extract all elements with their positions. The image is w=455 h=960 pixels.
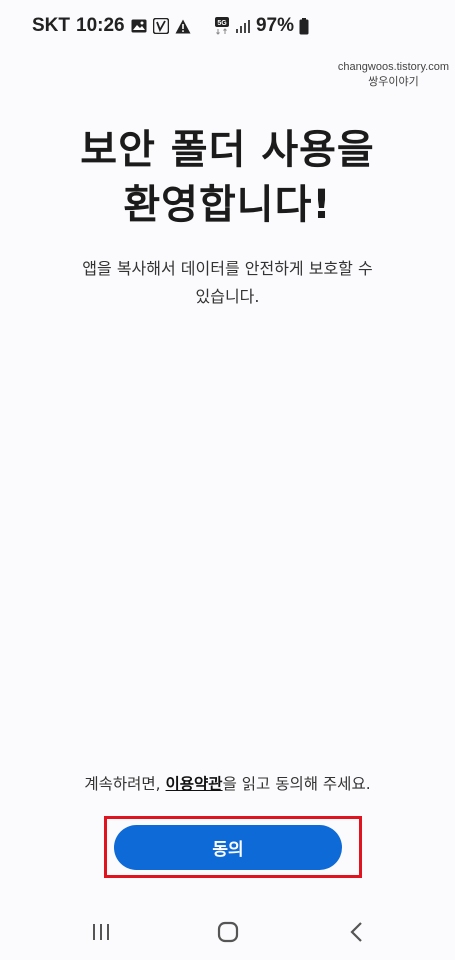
image-icon	[131, 19, 147, 33]
signal-icon	[235, 18, 251, 34]
watermark: changwoos.tistory.com 쌍우이야기	[338, 60, 449, 90]
status-bar-left: SKT 10:26	[32, 15, 191, 37]
carrier-label: SKT	[32, 15, 70, 36]
watermark-blog-name: 쌍우이야기	[368, 76, 419, 88]
battery-icon	[299, 17, 309, 35]
terms-link[interactable]: 이용약관	[166, 775, 223, 793]
home-icon[interactable]	[213, 917, 243, 947]
warning-icon	[175, 19, 191, 34]
consent-text: 계속하려면, 이용약관을 읽고 동의해 주세요.	[0, 772, 455, 794]
network-label: 5G	[217, 20, 227, 27]
agree-button[interactable]: 동의	[114, 825, 342, 870]
status-bar: SKT 10:26 5G 97%	[0, 0, 455, 56]
recent-apps-icon[interactable]	[86, 917, 116, 947]
welcome-title-line1: 보안 폴더 사용을	[80, 127, 375, 173]
welcome-title: 보안 폴더 사용을 환영합니다!	[0, 123, 455, 233]
clock: 10:26	[76, 15, 125, 36]
welcome-title-line2: 환영합니다!	[123, 182, 332, 228]
status-bar-right: 5G 97%	[214, 15, 309, 37]
consent-suffix: 을 읽고 동의해 주세요.	[222, 775, 371, 793]
welcome-description: 앱을 복사해서 데이터를 안전하게 보호할 수 있습니다.	[50, 255, 405, 311]
navigation-bar	[0, 905, 455, 960]
back-icon[interactable]	[342, 917, 372, 947]
watermark-url: changwoos.tistory.com	[337, 61, 449, 73]
welcome-description-line2: 있습니다.	[195, 287, 260, 306]
consent-prefix: 계속하려면,	[84, 775, 161, 793]
welcome-description-line1: 앱을 복사해서 데이터를 안전하게 보호할 수	[82, 259, 373, 278]
battery-percent: 97%	[255, 15, 294, 36]
network-5g-icon: 5G	[214, 17, 230, 35]
app-notification-icon	[152, 18, 169, 34]
